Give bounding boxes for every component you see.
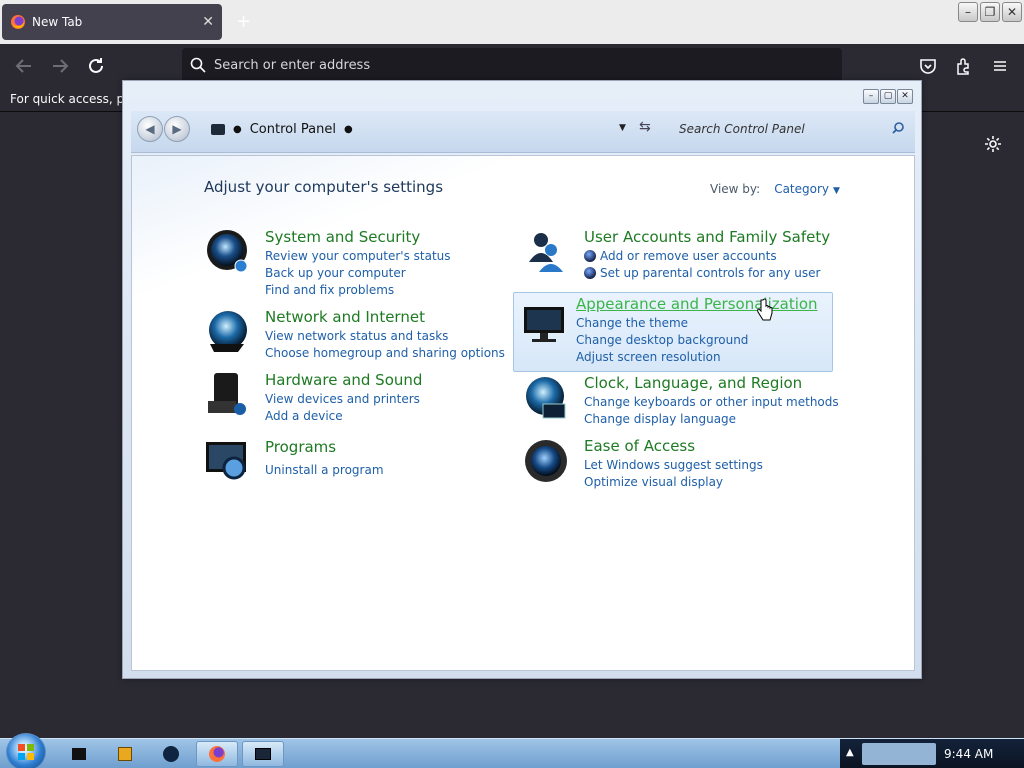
link-display-language[interactable]: Change display language — [584, 411, 839, 428]
cp-search-box[interactable] — [671, 116, 911, 142]
globe-icon — [163, 746, 179, 762]
cp-forward-button[interactable]: ▶ — [164, 116, 190, 142]
category-title[interactable]: User Accounts and Family Safety — [584, 228, 830, 246]
ease-of-access-icon — [525, 440, 567, 482]
link-find-fix[interactable]: Find and fix problems — [265, 282, 451, 299]
category-title[interactable]: Appearance and Personalization — [576, 295, 818, 313]
browser-window-controls: – ❐ ✕ — [958, 2, 1022, 22]
url-input[interactable] — [214, 57, 774, 73]
programs-icon — [206, 442, 246, 480]
search-icon[interactable] — [891, 121, 905, 135]
cp-address-bar: ◀ ▶ ● Control Panel ● ▼ ⇆ — [131, 111, 915, 153]
view-by-control: View by: Category ▼ — [710, 182, 840, 196]
category-title[interactable]: Network and Internet — [265, 308, 425, 326]
explorer-icon — [72, 748, 86, 760]
cp-search-input[interactable] — [679, 122, 879, 136]
category-title[interactable]: Hardware and Sound — [265, 371, 422, 389]
cp-close-button[interactable]: ✕ — [897, 89, 913, 104]
taskbar: ▲ 9:44 AM — [0, 733, 1024, 768]
address-bar[interactable] — [182, 48, 842, 82]
category-appearance-personalization[interactable]: Appearance and Personalization Change th… — [513, 292, 833, 372]
firefox-icon — [11, 15, 25, 29]
new-tab-button[interactable]: + — [236, 11, 251, 32]
link-desktop-background[interactable]: Change desktop background — [576, 332, 748, 349]
gear-icon[interactable] — [983, 134, 1003, 154]
link-back-up[interactable]: Back up your computer — [265, 265, 451, 282]
cp-minimize-button[interactable]: – — [863, 89, 879, 104]
link-optimize-display[interactable]: Optimize visual display — [584, 474, 763, 491]
clock[interactable]: 9:44 AM — [944, 747, 993, 761]
taskbar-app-media[interactable] — [104, 741, 146, 767]
system-tray: ▲ 9:44 AM — [840, 739, 1024, 768]
control-panel-icon — [211, 124, 225, 135]
chevron-down-icon[interactable]: ▼ — [833, 186, 840, 196]
page-title: Adjust your computer's settings — [204, 178, 444, 196]
browser-tab-strip: New Tab ✕ + – ❐ ✕ — [0, 0, 1024, 44]
tray-expand-icon[interactable]: ▲ — [846, 747, 854, 758]
cp-back-button[interactable]: ◀ — [137, 116, 163, 142]
link-parental-controls[interactable]: Set up parental controls for any user — [584, 265, 820, 282]
view-by-label: View by: — [710, 182, 761, 196]
forward-arrow-icon[interactable] — [48, 54, 72, 78]
link-add-remove-accounts[interactable]: Add or remove user accounts — [584, 248, 820, 265]
cp-window-controls: – ▢ ✕ — [863, 89, 913, 104]
tray-icons[interactable] — [862, 743, 936, 765]
hardware-sound-icon — [208, 373, 246, 415]
link-add-device[interactable]: Add a device — [265, 408, 420, 425]
link-devices-printers[interactable]: View devices and printers — [265, 391, 420, 408]
view-by-dropdown[interactable]: Category — [774, 182, 829, 196]
control-panel-icon — [255, 748, 271, 760]
appearance-monitor-icon — [524, 307, 564, 342]
taskbar-app-control-panel[interactable] — [242, 741, 284, 767]
pocket-icon[interactable] — [918, 56, 938, 76]
media-player-icon — [118, 747, 132, 761]
link-suggest-settings[interactable]: Let Windows suggest settings — [584, 457, 763, 474]
breadcrumb: ● Control Panel ● — [211, 122, 353, 137]
link-network-status[interactable]: View network status and tasks — [265, 328, 505, 345]
breadcrumb-separator[interactable]: ● — [233, 124, 242, 135]
address-dropdown-icon[interactable]: ▼ — [619, 123, 626, 133]
taskbar-app-globe[interactable] — [150, 741, 192, 767]
link-screen-resolution[interactable]: Adjust screen resolution — [576, 349, 748, 366]
windows-logo-icon — [18, 744, 34, 760]
category-title[interactable]: Ease of Access — [584, 437, 695, 455]
network-globe-icon — [209, 311, 247, 352]
reload-icon[interactable] — [84, 54, 108, 78]
restore-button[interactable]: ❐ — [980, 2, 1000, 22]
taskbar-app-firefox[interactable] — [196, 741, 238, 767]
refresh-icon[interactable]: ⇆ — [639, 119, 651, 135]
cp-maximize-button[interactable]: ▢ — [880, 89, 896, 104]
category-title[interactable]: Programs — [265, 438, 336, 456]
tab-title: New Tab — [32, 15, 83, 29]
link-keyboards[interactable]: Change keyboards or other input methods — [584, 394, 839, 411]
close-window-button[interactable]: ✕ — [1002, 2, 1022, 22]
category-title[interactable]: System and Security — [265, 228, 420, 246]
firefox-icon — [209, 746, 225, 762]
link-uninstall[interactable]: Uninstall a program — [265, 462, 384, 479]
link-homegroup[interactable]: Choose homegroup and sharing options — [265, 345, 505, 362]
cp-content-pane: Adjust your computer's settings View by:… — [131, 155, 915, 671]
user-accounts-icon — [529, 233, 563, 272]
taskbar-app-explorer[interactable] — [58, 741, 100, 767]
clock-language-globe-icon — [526, 377, 566, 419]
search-icon — [190, 57, 206, 73]
control-panel-window: – ▢ ✕ ◀ ▶ ● Control Panel ● ▼ ⇆ Adjust y… — [122, 80, 922, 679]
back-arrow-icon[interactable] — [12, 54, 36, 78]
breadcrumb-separator[interactable]: ● — [344, 124, 353, 135]
link-review-status[interactable]: Review your computer's status — [265, 248, 451, 265]
browser-tab-new-tab[interactable]: New Tab ✕ — [2, 4, 222, 40]
start-button[interactable] — [6, 733, 46, 768]
breadcrumb-control-panel[interactable]: Control Panel — [250, 122, 336, 137]
minimize-button[interactable]: – — [958, 2, 978, 22]
menu-hamburger-icon[interactable] — [990, 56, 1010, 76]
extensions-icon[interactable] — [954, 56, 974, 76]
link-change-theme[interactable]: Change the theme — [576, 315, 748, 332]
system-security-icon — [207, 230, 248, 273]
hand-cursor-icon — [757, 298, 773, 321]
category-title[interactable]: Clock, Language, and Region — [584, 374, 802, 392]
close-tab-icon[interactable]: ✕ — [202, 14, 214, 30]
